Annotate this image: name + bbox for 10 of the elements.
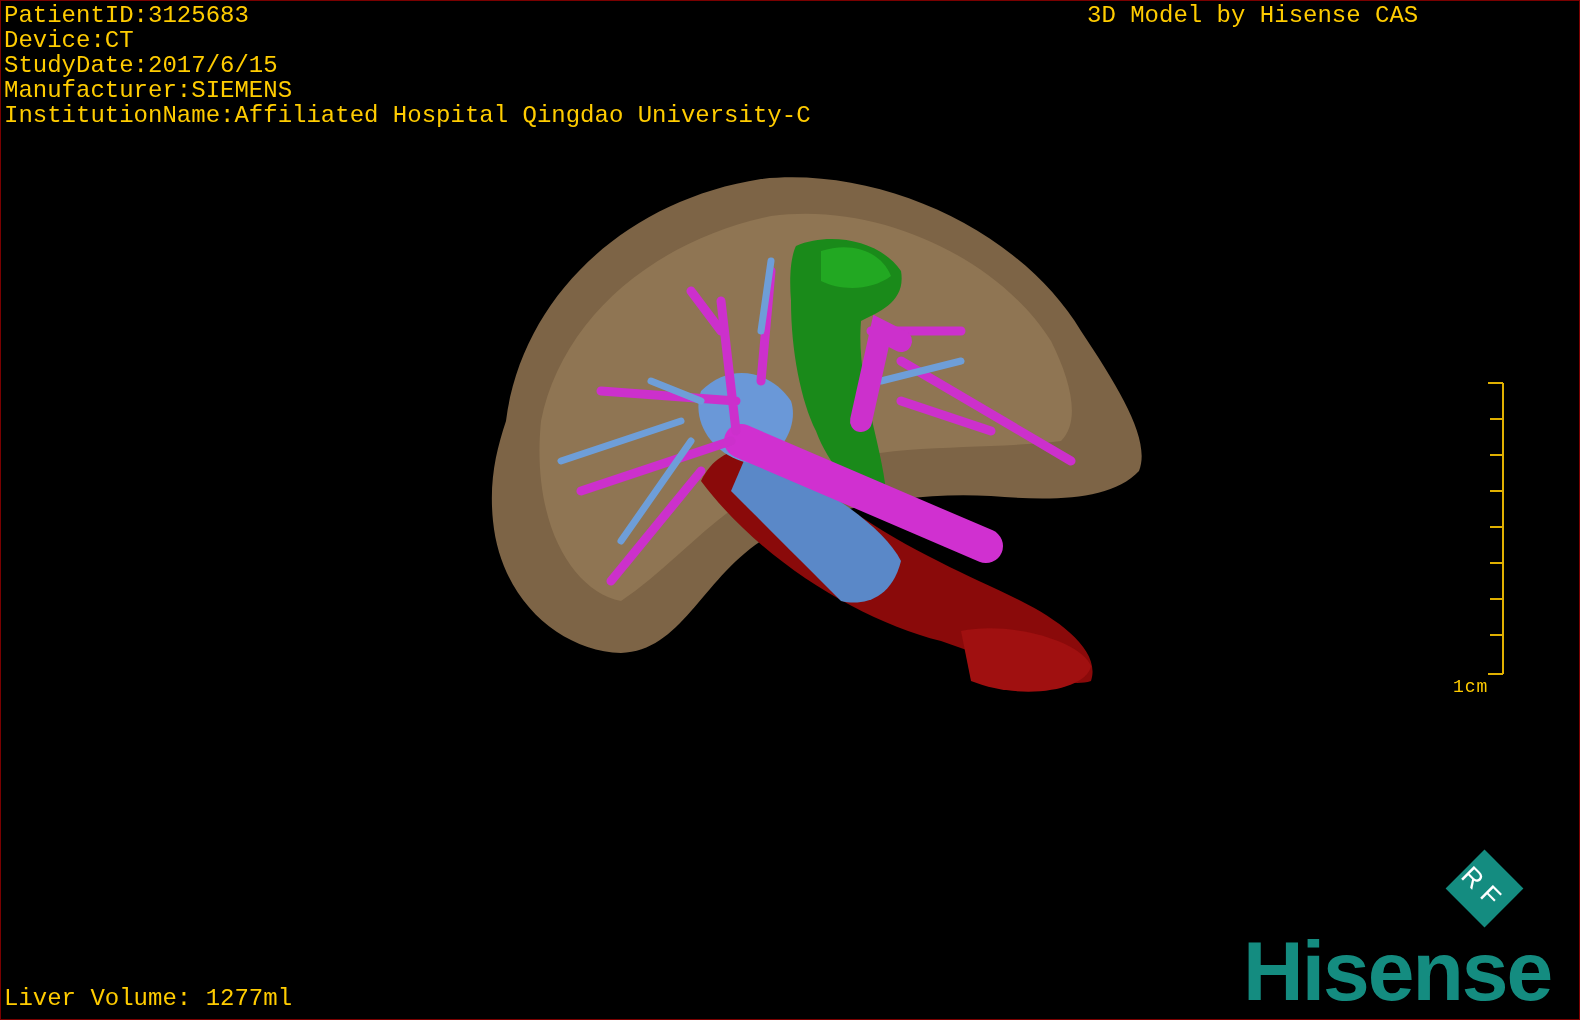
viewer-title: 3D Model by Hisense CAS <box>1087 3 1419 28</box>
logo-mark-icon: RF <box>1445 849 1523 927</box>
logo-wordmark: Hisense <box>1243 926 1552 1016</box>
info-line: StudyDate:2017/6/15 <box>4 53 279 78</box>
info-line: Manufacturer:SIEMENS <box>4 78 294 103</box>
liver-volume: Liver Volume: 1277ml <box>4 986 293 1011</box>
scale-label: 1cm <box>1453 677 1489 697</box>
info-line: InstitutionName:Affiliated Hospital Qingdao University-C <box>4 103 811 128</box>
info-line: PatientID:3125683 <box>4 3 250 28</box>
info-line: Device:CT <box>4 28 135 53</box>
